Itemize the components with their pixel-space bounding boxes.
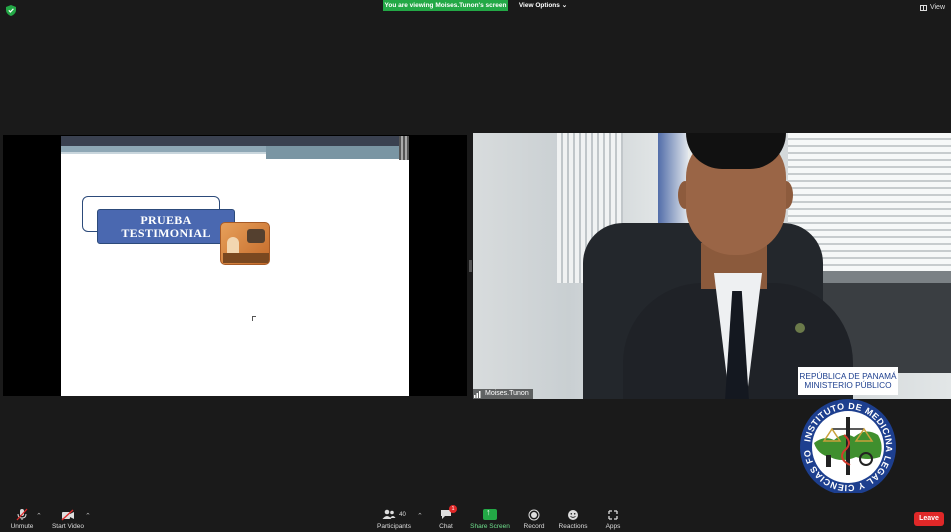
reactions-button[interactable]: Reactions	[551, 508, 595, 530]
shared-screen-panel: PRUEBA TESTIMONIAL	[3, 135, 467, 396]
participants-button[interactable]: 40 Participants	[372, 508, 416, 530]
slide-header-line	[61, 152, 266, 154]
presentation-slide: PRUEBA TESTIMONIAL	[61, 136, 409, 396]
chat-unread-badge: 1	[449, 505, 457, 513]
view-button[interactable]: View	[919, 4, 945, 11]
share-screen-icon	[483, 507, 497, 520]
audio-options-caret-icon[interactable]: ⌃	[36, 512, 42, 520]
start-video-label: Start Video	[51, 523, 85, 530]
start-video-button[interactable]: Start Video	[46, 508, 90, 530]
split-view-handle[interactable]	[469, 260, 472, 272]
video-options-caret-icon[interactable]: ⌃	[85, 512, 91, 520]
reactions-label: Reactions	[558, 523, 588, 530]
video-camera-off-icon	[61, 509, 74, 520]
slide-header-band	[61, 136, 409, 146]
share-screen-label: Share Screen	[470, 523, 510, 530]
unmute-label: Unmute	[10, 523, 34, 530]
participants-options-caret-icon[interactable]: ⌃	[417, 512, 423, 520]
apps-label: Apps	[605, 523, 621, 530]
participants-icon	[382, 509, 396, 519]
share-screen-button[interactable]: Share Screen	[467, 507, 513, 530]
courtroom-clipart-image	[220, 222, 270, 265]
record-button[interactable]: Record	[512, 508, 556, 530]
participants-count: 40	[399, 511, 406, 518]
microphone-muted-icon	[16, 508, 28, 521]
view-options-button[interactable]: View Options ⌄	[514, 0, 572, 11]
participants-label: Participants	[377, 523, 411, 530]
slide-header-block	[266, 146, 409, 159]
slide-edge-artifact	[399, 136, 409, 160]
chat-label: Chat	[439, 523, 453, 530]
chat-button[interactable]: 1 Chat	[424, 505, 468, 530]
view-label: View	[929, 4, 945, 11]
smiley-face-icon	[568, 509, 578, 520]
viewing-screen-banner: You are viewing Moises.Tunon's screen	[383, 0, 508, 11]
view-options-label: View Options	[518, 2, 560, 9]
seal-top-line2: MINISTERIO PÚBLICO	[804, 380, 892, 390]
mouse-cursor-icon	[252, 316, 256, 321]
slide-title-line2: TESTIMONIAL	[121, 226, 211, 240]
leave-button[interactable]: Leave	[914, 512, 944, 526]
security-shield-icon[interactable]	[6, 5, 16, 16]
record-label: Record	[523, 523, 545, 530]
record-icon	[528, 509, 540, 520]
chevron-down-icon: ⌄	[561, 2, 568, 9]
ministerio-publico-seal-logo: REPÚBLICA DE PANAMÁ MINISTERIO PÚBLICO I…	[798, 367, 898, 493]
participant-video[interactable]	[473, 133, 951, 399]
meeting-toolbar: Unmute ⌃ Start Video ⌃ 40 Participants ⌃	[0, 504, 951, 532]
connection-signal-icon	[474, 391, 481, 398]
apps-button[interactable]: Apps	[591, 508, 635, 530]
slide-title: PRUEBA TESTIMONIAL	[97, 209, 235, 244]
apps-icon	[608, 509, 618, 520]
grid-view-icon	[919, 4, 927, 11]
